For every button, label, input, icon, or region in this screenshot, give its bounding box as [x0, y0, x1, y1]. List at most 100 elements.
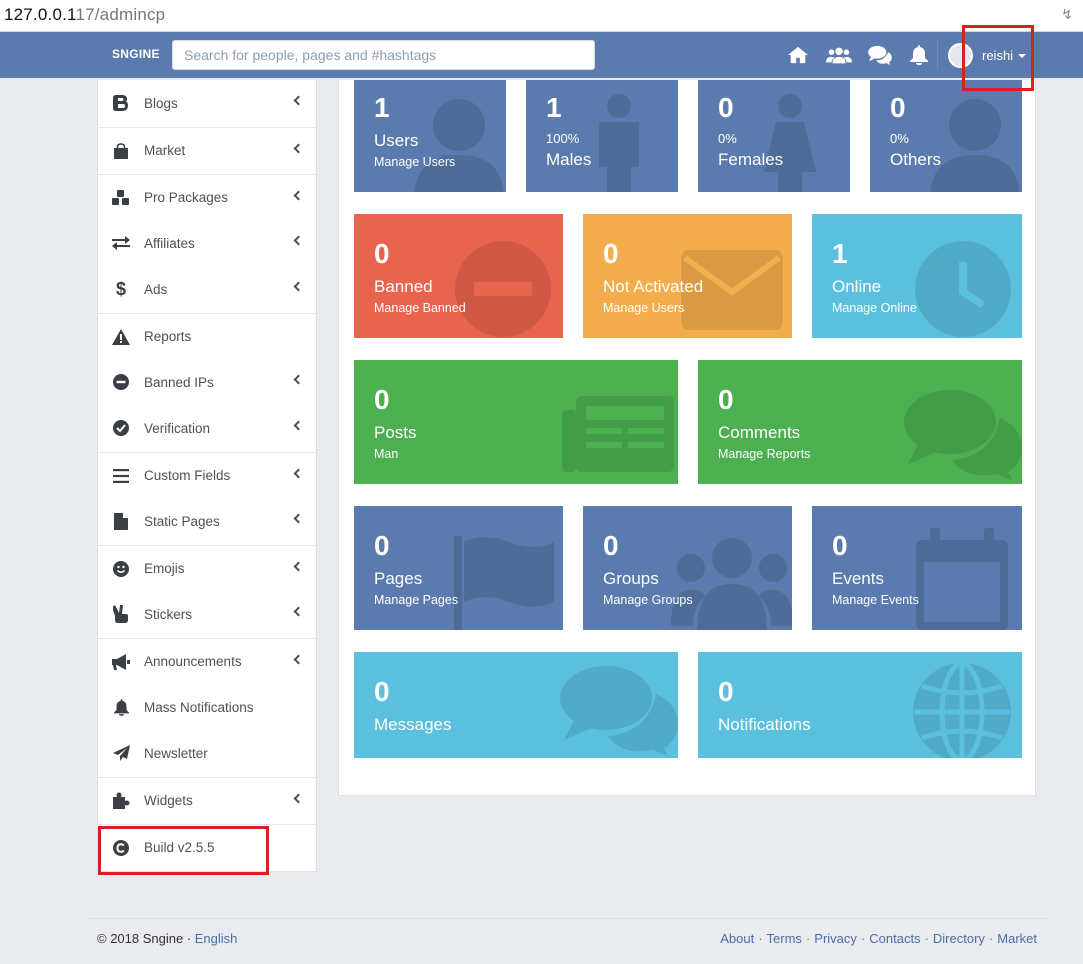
- sidebar-item-label: Emojis: [144, 561, 185, 576]
- sidebar-item-label: Announcements: [144, 654, 242, 669]
- stat-link[interactable]: Manage Pages: [374, 593, 458, 607]
- stat-number: 1: [374, 92, 390, 123]
- stat-title: Others: [890, 150, 942, 169]
- footer-link-contacts[interactable]: Contacts: [869, 931, 920, 946]
- sidebar-item-verification[interactable]: Verification: [98, 405, 316, 451]
- stat-card-others[interactable]: 0 0% Others: [870, 80, 1022, 192]
- stat-percent: 0%: [718, 131, 737, 146]
- calendar-icon: [916, 528, 1008, 630]
- stat-number: 0: [374, 238, 390, 269]
- stat-link[interactable]: Manage Reports: [718, 447, 810, 461]
- stat-link[interactable]: Manage Users: [603, 301, 684, 315]
- bars-icon: [111, 466, 131, 486]
- stat-card-females[interactable]: 0 0% Females: [698, 80, 850, 192]
- stat-card-messages[interactable]: 0 Messages: [354, 652, 678, 758]
- lightning-icon[interactable]: ↯: [1061, 6, 1073, 23]
- stat-card-users[interactable]: 1 Users Manage Users: [354, 80, 506, 192]
- group-icon: [671, 536, 792, 630]
- sidebar-item-custom-fields[interactable]: Custom Fields: [98, 452, 316, 498]
- sidebar-item-label: Stickers: [144, 606, 193, 622]
- stat-card-banned[interactable]: 0 Banned Manage Banned: [354, 214, 563, 338]
- separator-dot: ·: [924, 931, 929, 946]
- dashboard-panel: 1 Users Manage Users 1 100% Males 0 0% F…: [338, 80, 1036, 796]
- stat-card-online[interactable]: 1 Online Manage Online: [812, 214, 1022, 338]
- footer-link-privacy[interactable]: Privacy: [814, 931, 857, 946]
- stat-card-comments[interactable]: 0 Comments Manage Reports: [698, 360, 1022, 484]
- chevron-left-icon: [293, 793, 304, 804]
- chevron-left-icon: [293, 190, 304, 201]
- exchange-icon: [111, 233, 131, 253]
- bell-icon: [111, 697, 131, 717]
- stat-card-groups[interactable]: 0 Groups Manage Groups: [583, 506, 792, 630]
- footer-link-directory[interactable]: Directory: [933, 931, 985, 946]
- stat-card-notifications[interactable]: 0 Notifications: [698, 652, 1022, 758]
- sidebar-item-label: Market: [144, 143, 186, 158]
- sidebar-item-announcements[interactable]: Announcements: [98, 638, 316, 684]
- sidebar-item-label: Widgets: [144, 793, 193, 808]
- stat-number: 0: [718, 92, 734, 123]
- sidebar-item-mass-notifications[interactable]: Mass Notifications: [98, 684, 316, 730]
- stat-card-pages[interactable]: 0 Pages Manage Pages: [354, 506, 563, 630]
- stat-link[interactable]: Manage Banned: [374, 301, 466, 315]
- sidebar-item-affiliates[interactable]: Affiliates: [98, 220, 316, 266]
- language-link[interactable]: English: [195, 931, 238, 946]
- sidebar-item-pro-packages[interactable]: Pro Packages: [98, 174, 316, 220]
- footer-link-terms[interactable]: Terms: [767, 931, 802, 946]
- sidebar-item-emojis[interactable]: Emojis: [98, 545, 316, 591]
- browser-address-bar[interactable]: 127.0.0.117/admincp ↯: [0, 0, 1083, 32]
- shopping-bag-icon: [111, 141, 131, 161]
- friends-icon[interactable]: [826, 42, 852, 68]
- stat-card-males[interactable]: 1 100% Males: [526, 80, 678, 192]
- chevron-left-icon: [293, 513, 304, 524]
- sidebar-item-banned-ips[interactable]: Banned IPs: [98, 359, 316, 405]
- sidebar-item-blogs[interactable]: Blogs: [98, 80, 316, 126]
- sidebar-item-market[interactable]: Market: [98, 127, 316, 173]
- sidebar-item-newsletter[interactable]: Newsletter: [98, 730, 316, 776]
- sidebar-item-ads[interactable]: $ Ads: [98, 266, 316, 312]
- warning-icon: [111, 327, 131, 347]
- clock-icon: [914, 240, 1012, 338]
- stat-percent: 0%: [890, 131, 909, 146]
- sidebar-item-reports[interactable]: Reports: [98, 313, 316, 359]
- bell-icon[interactable]: [906, 42, 932, 68]
- footer-copyright: © 2018 Sngine · English: [97, 931, 237, 946]
- chevron-left-icon: [293, 281, 304, 292]
- stat-card-events[interactable]: 0 Events Manage Events: [812, 506, 1022, 630]
- home-icon[interactable]: [785, 42, 811, 68]
- sidebar-item-label: Pro Packages: [144, 190, 229, 205]
- stat-number: 0: [374, 530, 390, 561]
- search-input[interactable]: [172, 40, 595, 70]
- stat-link[interactable]: Manage Users: [374, 155, 455, 169]
- newspaper-icon: [562, 396, 674, 475]
- globe-icon: [912, 661, 1012, 758]
- footer-link-about[interactable]: About: [720, 931, 754, 946]
- brand-logo[interactable]: SNGINE: [112, 47, 160, 61]
- minus-circle-icon: [111, 372, 131, 392]
- stat-link[interactable]: Man: [374, 447, 398, 461]
- stat-card-not-activated[interactable]: 0 Not Activated Manage Users: [583, 214, 792, 338]
- footer-links: About · Terms · Privacy · Contacts · Directo…: [720, 931, 1037, 946]
- sidebar-item-label: Affiliates: [144, 235, 195, 251]
- chevron-left-icon: [293, 654, 304, 665]
- stat-link[interactable]: Manage Online: [832, 301, 917, 315]
- stat-link[interactable]: Manage Groups: [603, 593, 693, 607]
- comments-icon: [560, 664, 678, 758]
- hand-peace-icon: [111, 604, 131, 624]
- footer-link-market[interactable]: Market: [997, 931, 1037, 946]
- chat-icon[interactable]: [867, 42, 893, 68]
- sidebar-item-label: Newsletter: [144, 745, 208, 761]
- stat-title: Posts: [374, 423, 417, 442]
- address-url[interactable]: 127.0.0.117/admincp: [4, 5, 165, 25]
- separator-dot: ·: [988, 931, 994, 946]
- sidebar-item-static-pages[interactable]: Static Pages: [98, 498, 316, 544]
- sidebar-item-widgets[interactable]: Widgets: [98, 777, 316, 823]
- sidebar-item-stickers[interactable]: Stickers: [98, 591, 316, 637]
- stat-link[interactable]: Manage Events: [832, 593, 919, 607]
- chevron-left-icon: [293, 235, 304, 246]
- footer-divider: [88, 918, 1048, 919]
- chevron-left-icon: [293, 143, 304, 154]
- stat-card-posts[interactable]: 0 Posts Man: [354, 360, 678, 484]
- url-path: 17/admincp: [75, 5, 166, 24]
- chevron-left-icon: [293, 606, 304, 617]
- check-circle-icon: [111, 418, 131, 438]
